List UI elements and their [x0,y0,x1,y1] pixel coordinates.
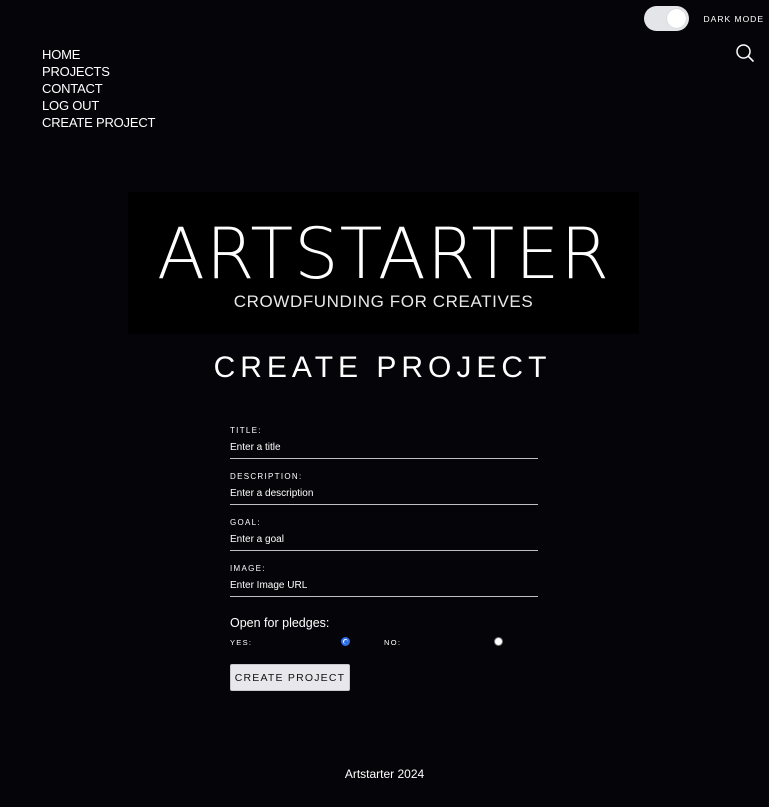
main-nav: HOME PROJECTS CONTACT LOG OUT CREATE PRO… [42,46,155,131]
title-input[interactable] [230,437,538,459]
footer-text: Artstarter 2024 [344,767,425,781]
yes-label: YES: [230,638,253,647]
goal-label: GOAL: [230,518,261,527]
page: DARK MODE HOME PROJECTS CONTACT LOG OUT … [0,0,769,807]
nav-home-link[interactable]: HOME [42,46,155,63]
description-label: DESCRIPTION: [230,472,303,481]
toggle-knob [666,9,686,28]
title-field-group: TITLE: [230,425,538,471]
create-project-button[interactable]: CREATE PROJECT [230,664,350,691]
create-project-form: TITLE: DESCRIPTION: GOAL: IMAGE: Open fo… [230,425,538,691]
image-field-group: IMAGE: [230,563,538,609]
dark-mode-toggle-group: DARK MODE [643,6,764,31]
open-for-pledges-heading: Open for pledges: [230,616,330,630]
logo-title: ARTSTARTER [156,213,610,295]
page-title: CREATE PROJECT [213,351,552,384]
logo-tagline: CROWDFUNDING FOR CREATIVES [233,292,534,311]
title-label: TITLE: [230,426,262,435]
no-label: NO: [384,638,402,647]
pledge-radio-group: YES: NO: [230,633,538,653]
goal-field-group: GOAL: [230,517,538,563]
dark-mode-label: DARK MODE [703,13,764,24]
nav-logout-link[interactable]: LOG OUT [42,97,155,114]
search-icon[interactable] [735,43,755,63]
nav-create-project-link[interactable]: CREATE PROJECT [42,114,155,131]
nav-contact-link[interactable]: CONTACT [42,80,155,97]
yes-radio[interactable] [341,637,350,646]
image-url-input[interactable] [230,575,538,597]
dark-mode-toggle[interactable] [643,6,689,31]
nav-projects-link[interactable]: PROJECTS [42,63,155,80]
description-field-group: DESCRIPTION: [230,471,538,517]
no-radio[interactable] [494,637,503,646]
image-label: IMAGE: [230,564,266,573]
goal-input[interactable] [230,529,538,551]
description-input[interactable] [230,483,538,505]
artstarter-logo: ARTSTARTER CROWDFUNDING FOR CREATIVES [128,192,639,334]
